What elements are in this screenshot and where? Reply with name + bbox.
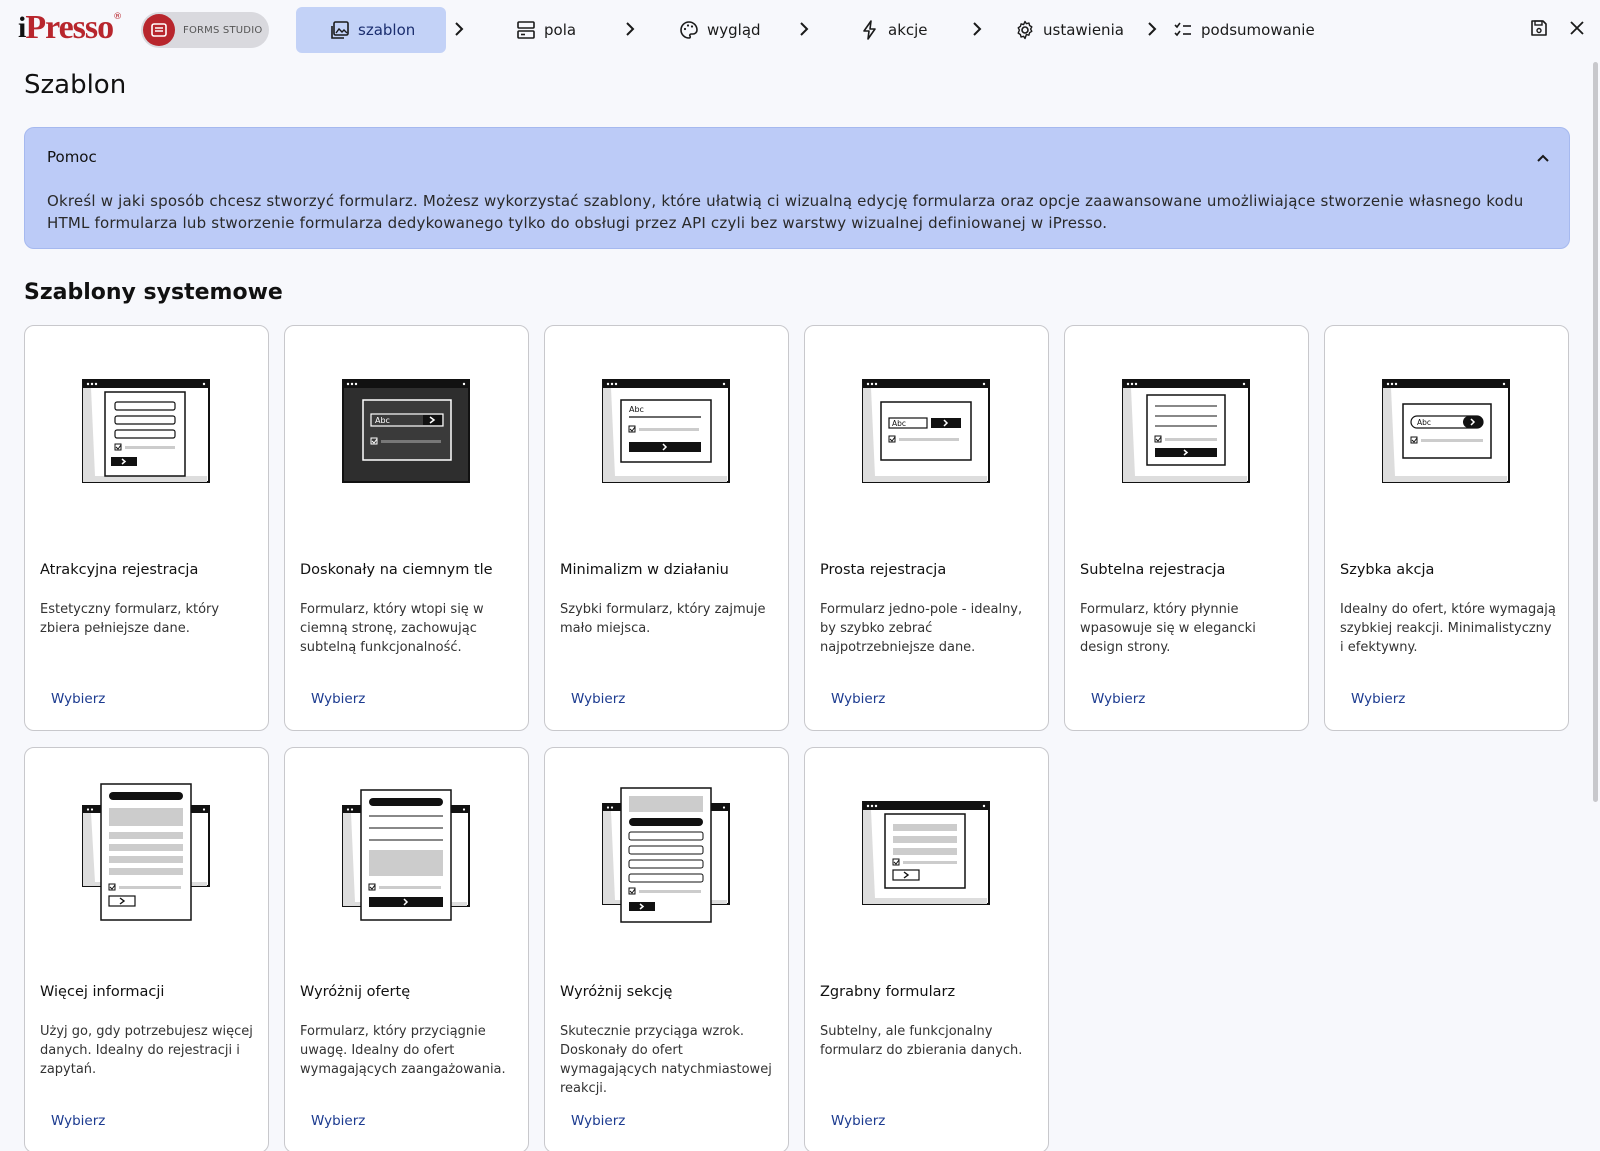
template-preview-image: Abc	[862, 379, 990, 483]
template-description: Formularz, który przyciągnie uwagę. Idea…	[300, 1024, 506, 1077]
select-template-button[interactable]: Wybierz	[311, 691, 365, 707]
template-name: Minimalizm w działaniu	[560, 562, 729, 578]
select-template-button[interactable]: Wybierz	[831, 1113, 885, 1129]
ipresso-logo[interactable]: i Presso ®	[18, 8, 122, 48]
fields-icon	[517, 21, 535, 39]
template-preview-image	[342, 789, 470, 921]
scrollbar[interactable]	[1593, 62, 1598, 802]
step-label: ustawienia	[1043, 21, 1124, 39]
chevron-right-icon	[455, 22, 464, 36]
close-icon[interactable]	[1567, 18, 1587, 38]
help-text: Określ w jaki sposób chcesz stworzyć for…	[47, 192, 1524, 232]
template-preview-image	[82, 379, 210, 483]
template-description: Formularz, który wtopi się w ciemną stro…	[300, 602, 484, 655]
select-template-button[interactable]: Wybierz	[51, 1113, 105, 1129]
template-description: Estetyczny formularz, który zbiera pełni…	[40, 602, 220, 636]
template-description: Szybki formularz, który zajmuje mało mie…	[560, 602, 766, 636]
step-label: akcje	[888, 21, 928, 39]
chevron-right-icon	[1148, 22, 1157, 36]
save-icon[interactable]	[1529, 18, 1549, 38]
forms-studio-badge: FORMS STUDIO	[141, 12, 269, 48]
forms-studio-icon	[143, 14, 175, 46]
template-preview-image: Abc	[1382, 379, 1510, 483]
logo-name: Presso	[25, 9, 114, 46]
help-panel: Pomoc Określ w jaki sposób chcesz stworz…	[24, 127, 1570, 249]
template-card[interactable]: Abc Minimalizm w działaniu Szybki formul…	[544, 325, 789, 731]
template-preview-image: Abc	[602, 379, 730, 483]
step-label: podsumowanie	[1201, 21, 1315, 39]
template-description: Skutecznie przyciąga wzrok. Doskonały do…	[560, 1024, 772, 1096]
template-preview-image: Abc	[342, 379, 470, 483]
select-template-button[interactable]: Wybierz	[51, 691, 105, 707]
svg-text:Abc: Abc	[375, 416, 390, 425]
select-template-button[interactable]: Wybierz	[311, 1113, 365, 1129]
template-card[interactable]: Zgrabny formularz Subtelny, ale funkcjon…	[804, 747, 1049, 1151]
template-card[interactable]: Abc Prosta rejestracja Formularz jedno-p…	[804, 325, 1049, 731]
template-description: Formularz jedno-pole - idealny, by szybk…	[820, 602, 1023, 655]
chevron-right-icon	[626, 22, 635, 36]
chevron-right-icon	[973, 22, 982, 36]
palette-icon	[680, 21, 698, 39]
template-card[interactable]: Wyróżnij sekcję Skutecznie przyciąga wzr…	[544, 747, 789, 1151]
svg-text:Abc: Abc	[629, 405, 644, 414]
select-template-button[interactable]: Wybierz	[831, 691, 885, 707]
template-name: Subtelna rejestracja	[1080, 562, 1226, 578]
step-pola[interactable]: pola	[516, 7, 576, 53]
template-name: Prosta rejestracja	[820, 562, 947, 578]
gear-icon	[1017, 20, 1033, 40]
template-preview-image	[602, 787, 730, 923]
template-card[interactable]: Abc Szybka akcja Idealny do ofert, które…	[1324, 325, 1569, 731]
template-card[interactable]: Atrakcyjna rejestracja Estetyczny formul…	[24, 325, 269, 731]
template-card[interactable]: Subtelna rejestracja Formularz, który pł…	[1064, 325, 1309, 731]
lightning-icon	[863, 20, 876, 40]
help-title[interactable]: Pomoc	[47, 148, 97, 166]
checklist-icon	[1174, 22, 1191, 37]
top-bar: i Presso ® FORMS STUDIO szablon pola wyg…	[0, 0, 1600, 60]
select-template-button[interactable]: Wybierz	[1091, 691, 1145, 707]
forms-studio-label: FORMS STUDIO	[183, 24, 263, 36]
template-name: Szybka akcja	[1340, 562, 1435, 578]
select-template-button[interactable]: Wybierz	[571, 691, 625, 707]
chevron-right-icon	[800, 22, 809, 36]
template-name: Zgrabny formularz	[820, 984, 956, 1000]
template-card[interactable]: Więcej informacji Użyj go, gdy potrzebuj…	[24, 747, 269, 1151]
step-ustawienia[interactable]: ustawienia	[1015, 7, 1124, 53]
step-szablon[interactable]: szablon	[296, 7, 446, 53]
template-name: Wyróżnij sekcję	[560, 984, 673, 1000]
chevron-up-icon[interactable]	[1535, 150, 1551, 166]
step-podsumowanie[interactable]: podsumowanie	[1173, 7, 1315, 53]
template-name: Doskonały na ciemnym tle	[300, 562, 493, 578]
template-preview-image	[1122, 379, 1250, 483]
logo-registered: ®	[113, 12, 123, 22]
section-title: Szablony systemowe	[24, 280, 283, 305]
template-name: Wyróżnij ofertę	[300, 984, 411, 1000]
svg-text:Abc: Abc	[892, 419, 906, 428]
image-icon	[331, 21, 349, 39]
template-description: Idealny do ofert, które wymagają szybkie…	[1340, 602, 1556, 655]
svg-text:Abc: Abc	[1417, 418, 1431, 427]
step-label: pola	[544, 21, 577, 39]
template-description: Subtelny, ale funkcjonalny formularz do …	[820, 1024, 1023, 1058]
select-template-button[interactable]: Wybierz	[1351, 691, 1405, 707]
step-wyglad[interactable]: wygląd	[679, 7, 761, 53]
page-title: Szablon	[24, 70, 127, 100]
template-description: Formularz, który płynnie wpasowuje się w…	[1080, 602, 1256, 655]
step-label: szablon	[358, 21, 416, 39]
template-card[interactable]: Wyróżnij ofertę Formularz, który przycią…	[284, 747, 529, 1151]
template-card[interactable]: Abc Doskonały na ciemnym tle Formularz, …	[284, 325, 529, 731]
select-template-button[interactable]: Wybierz	[571, 1113, 625, 1129]
template-preview-image	[82, 783, 210, 921]
step-label: wygląd	[707, 21, 761, 39]
logo-i: i	[18, 11, 26, 44]
template-name: Więcej informacji	[40, 984, 165, 1000]
template-preview-image	[862, 801, 990, 905]
step-akcje[interactable]: akcje	[860, 7, 928, 53]
template-name: Atrakcyjna rejestracja	[40, 562, 199, 578]
template-description: Użyj go, gdy potrzebujesz więcej danych.…	[40, 1024, 253, 1077]
